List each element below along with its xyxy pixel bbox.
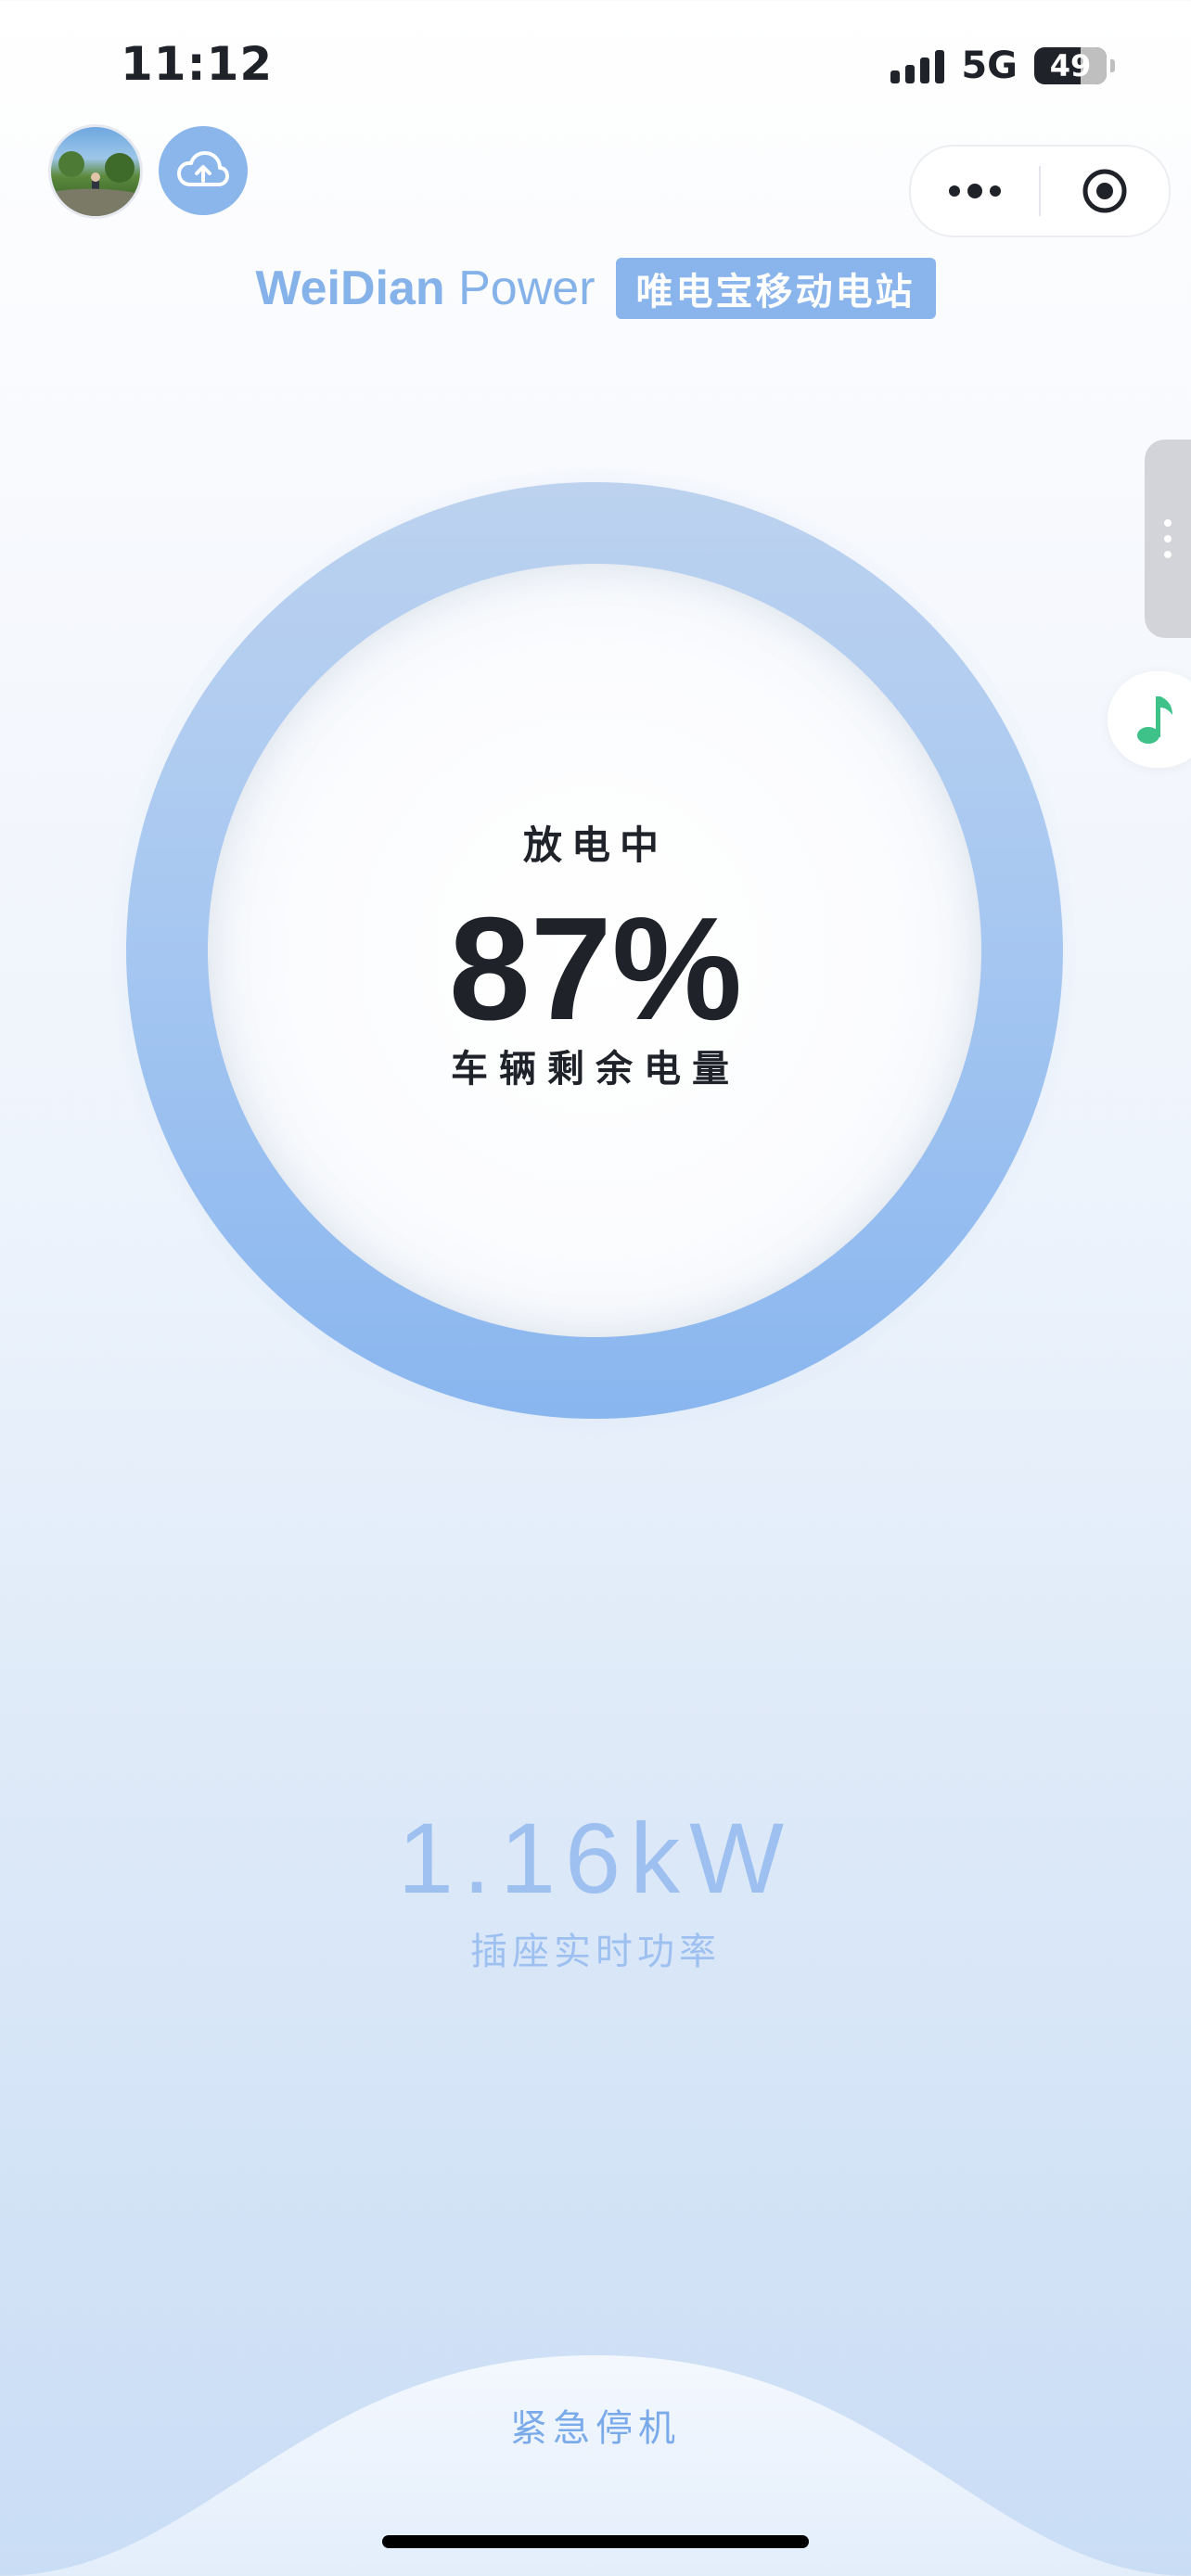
brand-tagline: 唯电宝移动电站 xyxy=(615,258,936,319)
close-button[interactable] xyxy=(1041,147,1169,236)
brand-name: WeiDian Power xyxy=(255,261,596,315)
battery-icon: 49 xyxy=(1034,47,1107,84)
status-icons: 5G 49 xyxy=(890,45,1115,87)
music-button[interactable] xyxy=(1108,671,1191,768)
battery-percent-label: 车辆剩余电量 xyxy=(451,1048,740,1090)
discharge-status: 放电中 xyxy=(522,823,668,868)
brand-header: WeiDian Power 唯电宝移动电站 xyxy=(0,258,1191,319)
power-value: 1.16kW xyxy=(397,1802,794,1914)
music-note-icon xyxy=(1137,696,1172,744)
side-handle[interactable] xyxy=(1145,440,1191,638)
cloud-upload-button[interactable] xyxy=(159,126,248,215)
power-label: 插座实时功率 xyxy=(470,1931,721,1973)
target-close-icon xyxy=(1082,169,1127,213)
battery-level: 49 xyxy=(1049,48,1092,83)
battery-percent: 87% xyxy=(448,887,743,1051)
status-time: 11:12 xyxy=(121,37,274,91)
more-button[interactable] xyxy=(911,147,1039,236)
miniprogram-capsule xyxy=(909,145,1171,237)
avatar[interactable] xyxy=(48,124,143,219)
cloud-upload-icon xyxy=(177,151,229,186)
signal-icon xyxy=(890,48,945,83)
home-indicator[interactable] xyxy=(382,2535,809,2548)
network-type: 5G xyxy=(961,45,1018,87)
emergency-stop-button[interactable]: 紧急停机 xyxy=(410,2398,781,2454)
